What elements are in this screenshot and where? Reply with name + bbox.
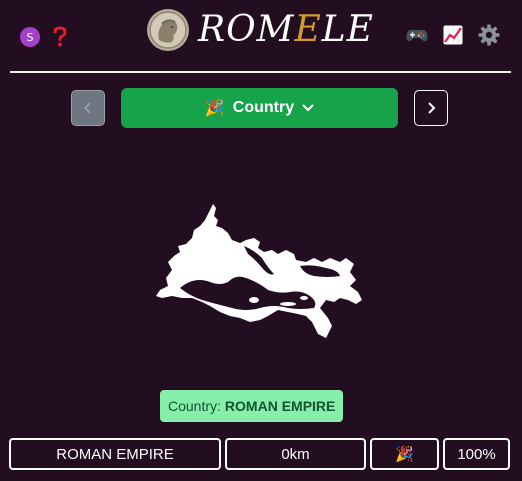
answer-label: Country: xyxy=(168,398,221,414)
next-button[interactable] xyxy=(414,90,448,126)
title-part-1: ROM xyxy=(198,9,295,50)
header-divider xyxy=(10,71,511,73)
prev-button[interactable] xyxy=(71,90,105,126)
chevron-right-icon xyxy=(428,102,436,114)
territory-silhouette xyxy=(156,204,362,338)
guess-name-cell: ROMAN EMPIRE xyxy=(9,438,221,470)
avatar[interactable]: S xyxy=(20,27,40,47)
avatar-initial: S xyxy=(26,30,34,44)
coin-logo-icon xyxy=(147,9,189,51)
title-part-2: LE xyxy=(321,9,374,50)
chevron-left-icon xyxy=(83,102,91,114)
header: S ROMELE xyxy=(0,0,522,74)
stats-chart-icon[interactable] xyxy=(442,24,464,46)
guess-distance: 0km xyxy=(281,445,310,463)
guess-direction-cell: 🎉 xyxy=(370,438,439,470)
title-accent-letter: E xyxy=(294,9,322,50)
help-icon[interactable] xyxy=(48,25,72,49)
chevron-down-icon xyxy=(302,104,314,112)
guess-proximity: 100% xyxy=(457,445,496,463)
mode-dropdown[interactable]: 🎉 Country xyxy=(121,88,398,128)
answer-badge: Country: ROMAN EMPIRE xyxy=(160,390,344,422)
guess-name: ROMAN EMPIRE xyxy=(56,445,174,463)
header-left: S xyxy=(20,25,72,49)
game-controller-icon[interactable] xyxy=(406,24,428,46)
app-title: ROMELE xyxy=(198,8,374,52)
party-popper-icon: 🎉 xyxy=(204,100,225,117)
answer-value: ROMAN EMPIRE xyxy=(224,398,336,414)
brand: ROMELE xyxy=(146,8,374,52)
gear-icon[interactable] xyxy=(478,24,500,46)
header-right xyxy=(406,24,500,46)
mode-label: Country xyxy=(232,99,295,116)
guess-proximity-cell: 100% xyxy=(443,438,510,470)
party-popper-icon: 🎉 xyxy=(395,446,414,463)
guess-distance-cell: 0km xyxy=(225,438,366,470)
